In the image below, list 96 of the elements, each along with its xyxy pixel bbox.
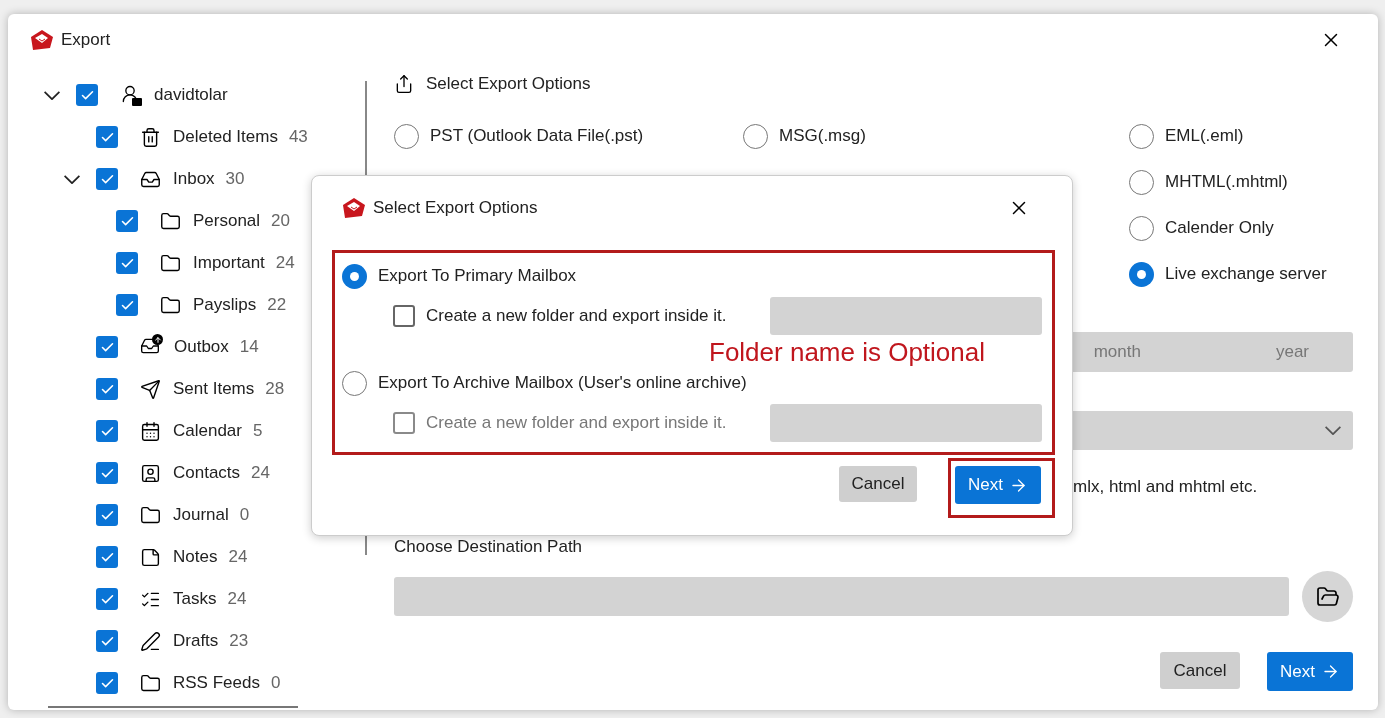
folder-label[interactable]: Inbox [173,166,215,192]
item-count: 24 [251,462,270,485]
checkbox[interactable] [96,672,118,694]
contact-card-icon [140,462,161,484]
checkbox[interactable] [116,252,138,274]
item-count: 5 [253,420,263,443]
folder-label[interactable]: Outbox [174,334,229,360]
folder-name-field[interactable] [770,404,1042,442]
browse-button[interactable] [1302,571,1353,622]
folder-label[interactable]: Payslips [193,292,257,318]
folder-label[interactable]: Deleted Items [173,124,278,150]
checkbox[interactable] [76,84,98,106]
format-option-label[interactable]: EML(.eml) [1165,123,1244,149]
folder-icon [140,672,161,694]
chevron-icon [1325,426,1341,435]
share-icon [394,74,414,94]
cancel-button[interactable]: Cancel [1160,652,1240,689]
format-option-label[interactable]: MSG(.msg) [779,123,866,149]
item-count: 14 [239,336,259,359]
next-button[interactable]: Next [955,466,1041,504]
radio-button[interactable] [1129,261,1154,287]
checkbox[interactable] [96,168,118,190]
checkbox[interactable] [116,210,138,232]
folder-open-icon [1315,584,1340,609]
next-button[interactable]: Next [1267,652,1353,691]
folder-icon [140,504,161,526]
checkbox[interactable] [393,305,415,327]
chevron-icon[interactable] [64,174,80,184]
item-count: 28 [265,378,285,401]
destination-label: Choose Destination Path [394,536,584,558]
folder-label[interactable]: Calendar [173,418,242,444]
folder-label[interactable]: Tasks [173,586,217,612]
section-title: Select Export Options [426,73,591,96]
format-option-label[interactable]: Calender Only [1165,215,1274,241]
folder-label[interactable]: Drafts [173,628,219,654]
folder-label[interactable]: Personal [193,208,261,234]
calendar-icon [140,420,161,442]
window-title: Export [61,29,111,52]
checkbox[interactable] [96,126,118,148]
chevron-icon[interactable] [44,90,60,100]
trash-icon [140,126,161,148]
destination-path-field[interactable] [394,577,1289,616]
user-mail-icon [120,84,142,106]
note-icon [140,546,161,568]
format-note: mlx, html and mhtml etc. [1073,476,1258,499]
folder-label[interactable]: Contacts [173,460,241,486]
item-count: 30 [225,168,245,191]
logo-icon [341,197,366,219]
checkbox-label[interactable]: Create a new folder and export inside it. [426,303,727,329]
item-count: 24 [275,252,295,275]
folder-label[interactable]: Sent Items [173,376,255,402]
radio-button[interactable] [342,370,367,396]
radio-button[interactable] [342,263,367,289]
format-option-label[interactable]: Live exchange server [1165,261,1327,287]
radio-button[interactable] [394,123,419,149]
pen-icon [140,630,161,652]
checkbox[interactable] [96,630,118,652]
cancel-button[interactable]: Cancel [839,466,917,502]
item-count: 43 [288,126,308,149]
format-option-label[interactable]: PST (Outlook Data File(.pst) [430,123,644,149]
folder-label[interactable]: davidtolar [154,82,228,108]
folder-label[interactable]: RSS Feeds [173,670,260,696]
mailbox-option-label[interactable]: Export To Primary Mailbox [378,263,577,289]
item-count: 22 [267,294,287,317]
checkbox[interactable] [96,420,118,442]
folder-label[interactable]: Important [193,250,265,276]
checkbox[interactable] [96,546,118,568]
logo-icon [29,29,54,51]
folder-icon [160,210,181,232]
mailbox-option-label[interactable]: Export To Archive Mailbox (User's online archive) [378,370,747,396]
item-count: 20 [271,210,291,233]
folder-label[interactable]: Notes [173,544,218,570]
dialog-title: Select Export Options [373,197,538,220]
item-count: 24 [228,546,248,569]
checkbox[interactable] [96,588,118,610]
checkbox[interactable] [96,378,118,400]
radio-button[interactable] [743,123,768,149]
radio-button[interactable] [1129,215,1154,241]
annotation-text: Folder name is Optional [709,339,986,365]
item-count: 24 [227,588,247,611]
item-count: 0 [270,672,281,695]
folder-name-field[interactable] [770,297,1042,335]
folder-icon [160,252,181,274]
checkbox[interactable] [96,462,118,484]
send-icon [140,378,161,400]
arrow-right-icon [1321,662,1340,681]
folder-label[interactable]: Journal [173,502,229,528]
radio-button[interactable] [1129,169,1154,195]
radio-button[interactable] [1129,123,1154,149]
folder-icon [160,294,181,316]
checkbox[interactable] [116,294,138,316]
checkbox[interactable] [96,336,118,358]
item-count: 0 [239,504,250,527]
item-count: 23 [229,630,249,653]
checkbox[interactable] [96,504,118,526]
format-option-label[interactable]: MHTML(.mhtml) [1165,169,1288,195]
